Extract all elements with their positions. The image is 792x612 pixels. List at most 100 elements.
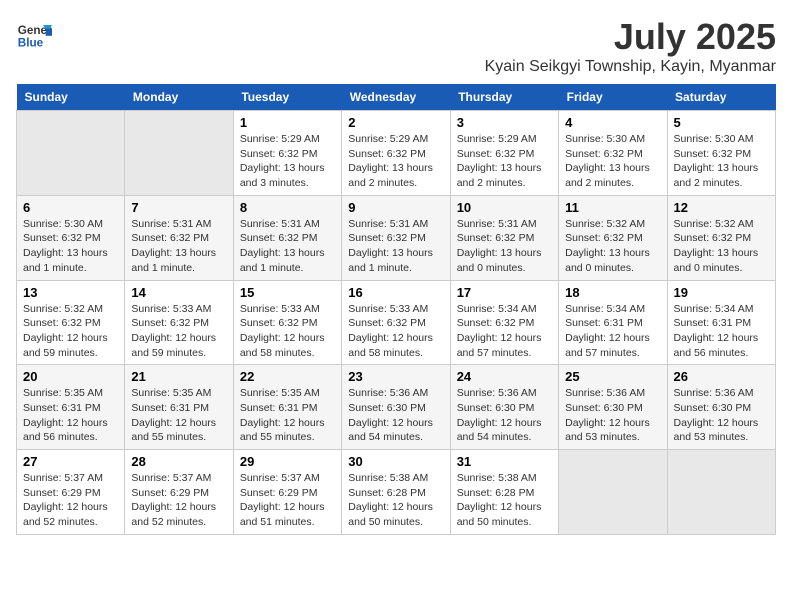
day-number: 8 [240,200,335,215]
day-info: Sunrise: 5:34 AM Sunset: 6:32 PM Dayligh… [457,302,552,361]
calendar-cell [125,111,233,196]
day-header-tuesday: Tuesday [233,84,341,111]
day-number: 30 [348,454,443,469]
day-info: Sunrise: 5:31 AM Sunset: 6:32 PM Dayligh… [348,217,443,276]
calendar-cell: 29 Sunrise: 5:37 AM Sunset: 6:29 PM Dayli… [233,450,341,535]
day-number: 3 [457,115,552,130]
calendar-cell: 20 Sunrise: 5:35 AM Sunset: 6:31 PM Dayli… [17,365,125,450]
calendar-cell: 9 Sunrise: 5:31 AM Sunset: 6:32 PM Daylig… [342,195,450,280]
day-number: 5 [674,115,769,130]
day-info: Sunrise: 5:30 AM Sunset: 6:32 PM Dayligh… [674,132,769,191]
calendar-cell: 6Sunrise: 5:30 AM Sunset: 6:32 PM Daylig… [17,195,125,280]
day-number: 16 [348,285,443,300]
day-info: Sunrise: 5:33 AM Sunset: 6:32 PM Dayligh… [348,302,443,361]
day-info: Sunrise: 5:33 AM Sunset: 6:32 PM Dayligh… [240,302,335,361]
calendar-table: SundayMondayTuesdayWednesdayThursdayFrid… [16,84,776,535]
day-info: Sunrise: 5:37 AM Sunset: 6:29 PM Dayligh… [23,471,118,530]
day-number: 28 [131,454,226,469]
calendar-cell: 8Sunrise: 5:31 AM Sunset: 6:32 PM Daylig… [233,195,341,280]
day-number: 19 [674,285,769,300]
day-info: Sunrise: 5:37 AM Sunset: 6:29 PM Dayligh… [240,471,335,530]
logo: General Blue [16,16,52,52]
day-number: 29 [240,454,335,469]
day-info: Sunrise: 5:33 AM Sunset: 6:32 PM Dayligh… [131,302,226,361]
day-number: 17 [457,285,552,300]
day-header-wednesday: Wednesday [342,84,450,111]
day-info: Sunrise: 5:29 AM Sunset: 6:32 PM Dayligh… [457,132,552,191]
calendar-cell: 28 Sunrise: 5:37 AM Sunset: 6:29 PM Dayli… [125,450,233,535]
day-info: Sunrise: 5:32 AM Sunset: 6:32 PM Dayligh… [565,217,660,276]
calendar-cell: 22 Sunrise: 5:35 AM Sunset: 6:31 PM Dayli… [233,365,341,450]
calendar-cell: 31 Sunrise: 5:38 AM Sunset: 6:28 PM Dayli… [450,450,558,535]
day-number: 21 [131,369,226,384]
day-number: 14 [131,285,226,300]
day-number: 27 [23,454,118,469]
calendar-cell: 4Sunrise: 5:30 AM Sunset: 6:32 PM Daylig… [559,111,667,196]
day-info: Sunrise: 5:32 AM Sunset: 6:32 PM Dayligh… [23,302,118,361]
calendar-cell: 12 Sunrise: 5:32 AM Sunset: 6:32 PM Dayli… [667,195,775,280]
day-header-monday: Monday [125,84,233,111]
day-info: Sunrise: 5:35 AM Sunset: 6:31 PM Dayligh… [131,386,226,445]
day-header-sunday: Sunday [17,84,125,111]
day-number: 7 [131,200,226,215]
day-number: 31 [457,454,552,469]
day-info: Sunrise: 5:35 AM Sunset: 6:31 PM Dayligh… [23,386,118,445]
day-info: Sunrise: 5:31 AM Sunset: 6:32 PM Dayligh… [131,217,226,276]
day-number: 13 [23,285,118,300]
calendar-cell [17,111,125,196]
calendar-cell: 11 Sunrise: 5:32 AM Sunset: 6:32 PM Dayli… [559,195,667,280]
day-info: Sunrise: 5:38 AM Sunset: 6:28 PM Dayligh… [348,471,443,530]
day-number: 9 [348,200,443,215]
day-info: Sunrise: 5:34 AM Sunset: 6:31 PM Dayligh… [674,302,769,361]
calendar-cell: 2Sunrise: 5:29 AM Sunset: 6:32 PM Daylig… [342,111,450,196]
day-number: 22 [240,369,335,384]
day-number: 20 [23,369,118,384]
calendar-cell: 16 Sunrise: 5:33 AM Sunset: 6:32 PM Dayli… [342,280,450,365]
calendar-cell: 5 Sunrise: 5:30 AM Sunset: 6:32 PM Daylig… [667,111,775,196]
svg-text:Blue: Blue [18,37,44,50]
title-block: July 2025 Kyain Seikgyi Township, Kayin,… [485,16,776,76]
day-info: Sunrise: 5:34 AM Sunset: 6:31 PM Dayligh… [565,302,660,361]
day-info: Sunrise: 5:36 AM Sunset: 6:30 PM Dayligh… [348,386,443,445]
calendar-cell: 19 Sunrise: 5:34 AM Sunset: 6:31 PM Dayli… [667,280,775,365]
day-number: 26 [674,369,769,384]
day-header-saturday: Saturday [667,84,775,111]
day-number: 10 [457,200,552,215]
day-number: 23 [348,369,443,384]
calendar-cell: 13 Sunrise: 5:32 AM Sunset: 6:32 PM Dayli… [17,280,125,365]
day-header-friday: Friday [559,84,667,111]
day-number: 2 [348,115,443,130]
calendar-cell: 25 Sunrise: 5:36 AM Sunset: 6:30 PM Dayli… [559,365,667,450]
day-number: 6 [23,200,118,215]
day-info: Sunrise: 5:35 AM Sunset: 6:31 PM Dayligh… [240,386,335,445]
day-info: Sunrise: 5:29 AM Sunset: 6:32 PM Dayligh… [240,132,335,191]
week-row-4: 20 Sunrise: 5:35 AM Sunset: 6:31 PM Dayli… [17,365,776,450]
day-number: 18 [565,285,660,300]
day-info: Sunrise: 5:36 AM Sunset: 6:30 PM Dayligh… [457,386,552,445]
day-number: 1 [240,115,335,130]
calendar-cell: 15 Sunrise: 5:33 AM Sunset: 6:32 PM Dayli… [233,280,341,365]
day-number: 25 [565,369,660,384]
calendar-cell: 17 Sunrise: 5:34 AM Sunset: 6:32 PM Dayli… [450,280,558,365]
calendar-cell: 10 Sunrise: 5:31 AM Sunset: 6:32 PM Dayli… [450,195,558,280]
day-number: 15 [240,285,335,300]
week-row-2: 6Sunrise: 5:30 AM Sunset: 6:32 PM Daylig… [17,195,776,280]
week-row-1: 1 Sunrise: 5:29 AM Sunset: 6:32 PM Daylig… [17,111,776,196]
logo-icon: General Blue [16,16,52,52]
calendar-cell: 14 Sunrise: 5:33 AM Sunset: 6:32 PM Dayli… [125,280,233,365]
day-number: 11 [565,200,660,215]
day-info: Sunrise: 5:36 AM Sunset: 6:30 PM Dayligh… [565,386,660,445]
main-title: July 2025 [485,16,776,58]
day-info: Sunrise: 5:36 AM Sunset: 6:30 PM Dayligh… [674,386,769,445]
day-number: 4 [565,115,660,130]
calendar-cell: 30 Sunrise: 5:38 AM Sunset: 6:28 PM Dayli… [342,450,450,535]
day-info: Sunrise: 5:37 AM Sunset: 6:29 PM Dayligh… [131,471,226,530]
week-row-5: 27 Sunrise: 5:37 AM Sunset: 6:29 PM Dayli… [17,450,776,535]
day-info: Sunrise: 5:38 AM Sunset: 6:28 PM Dayligh… [457,471,552,530]
day-number: 12 [674,200,769,215]
calendar-cell: 26 Sunrise: 5:36 AM Sunset: 6:30 PM Dayli… [667,365,775,450]
day-info: Sunrise: 5:31 AM Sunset: 6:32 PM Dayligh… [457,217,552,276]
calendar-cell [559,450,667,535]
week-row-3: 13 Sunrise: 5:32 AM Sunset: 6:32 PM Dayli… [17,280,776,365]
day-info: Sunrise: 5:32 AM Sunset: 6:32 PM Dayligh… [674,217,769,276]
